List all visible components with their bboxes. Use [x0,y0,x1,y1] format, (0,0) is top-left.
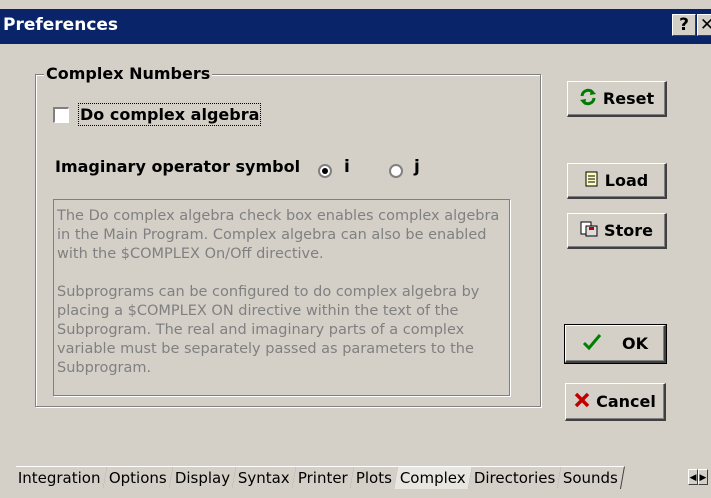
tab-scroll-right-icon[interactable]: ▶ [698,469,708,485]
tab-printer[interactable]: Printer [291,466,355,489]
ok-label: OK [622,334,648,353]
reset-button[interactable]: Reset [567,81,667,117]
radio-i-label[interactable]: i [344,157,350,177]
cancel-button[interactable]: Cancel [565,383,666,421]
close-icon: ✕ [699,15,711,35]
refresh-icon [579,88,597,109]
tab-sounds[interactable]: Sounds [556,466,626,489]
cancel-label: Cancel [596,392,656,411]
tab-syntax[interactable]: Syntax [231,466,297,489]
description-paragraph-1: The Do complex algebra check box enables… [57,208,500,262]
help-button[interactable]: ? [672,14,696,36]
tab-directories[interactable]: Directories [467,466,562,489]
tab-scroll-left-icon[interactable]: ◀ [688,469,698,485]
preferences-dialog: Preferences ? ✕ Complex Numbers Do compl… [0,0,711,498]
tab-display[interactable]: Display [168,466,237,489]
tab-options[interactable]: Options [102,466,174,489]
description-box: The Do complex algebra check box enables… [53,199,510,396]
store-label: Store [604,221,653,240]
load-button[interactable]: Load [567,163,667,199]
tab-scroll-arrows: ◀ ▶ [688,469,708,485]
complex-algebra-label[interactable]: Do complex algebra [77,103,262,126]
complex-algebra-checkbox[interactable] [53,107,69,123]
reset-label: Reset [602,89,655,108]
radio-i[interactable] [318,164,332,178]
store-button[interactable]: Store [567,213,667,249]
save-icon [580,221,598,240]
imaginary-operator-label: Imaginary operator symbol [55,157,301,176]
document-icon [585,171,599,190]
radio-j-label[interactable]: j [414,157,420,177]
tab-complex[interactable]: Complex [393,466,473,489]
tab-integration[interactable]: Integration [11,466,108,489]
checkmark-icon [582,333,602,354]
close-button[interactable]: ✕ [697,14,711,36]
x-icon [574,392,590,411]
title-bar[interactable]: Preferences ? ✕ [0,9,711,44]
window-title: Preferences [3,15,119,35]
ok-button[interactable]: OK [564,324,667,364]
tab-plots[interactable]: Plots [349,466,399,489]
load-label: Load [604,171,649,190]
radio-selected-dot [322,168,328,174]
group-title: Complex Numbers [44,64,213,83]
tab-strip: Integration Options Display Syntax Print… [11,466,626,490]
description-paragraph-2: Subprograms can be configured to do comp… [57,284,480,376]
radio-j[interactable] [389,164,403,178]
